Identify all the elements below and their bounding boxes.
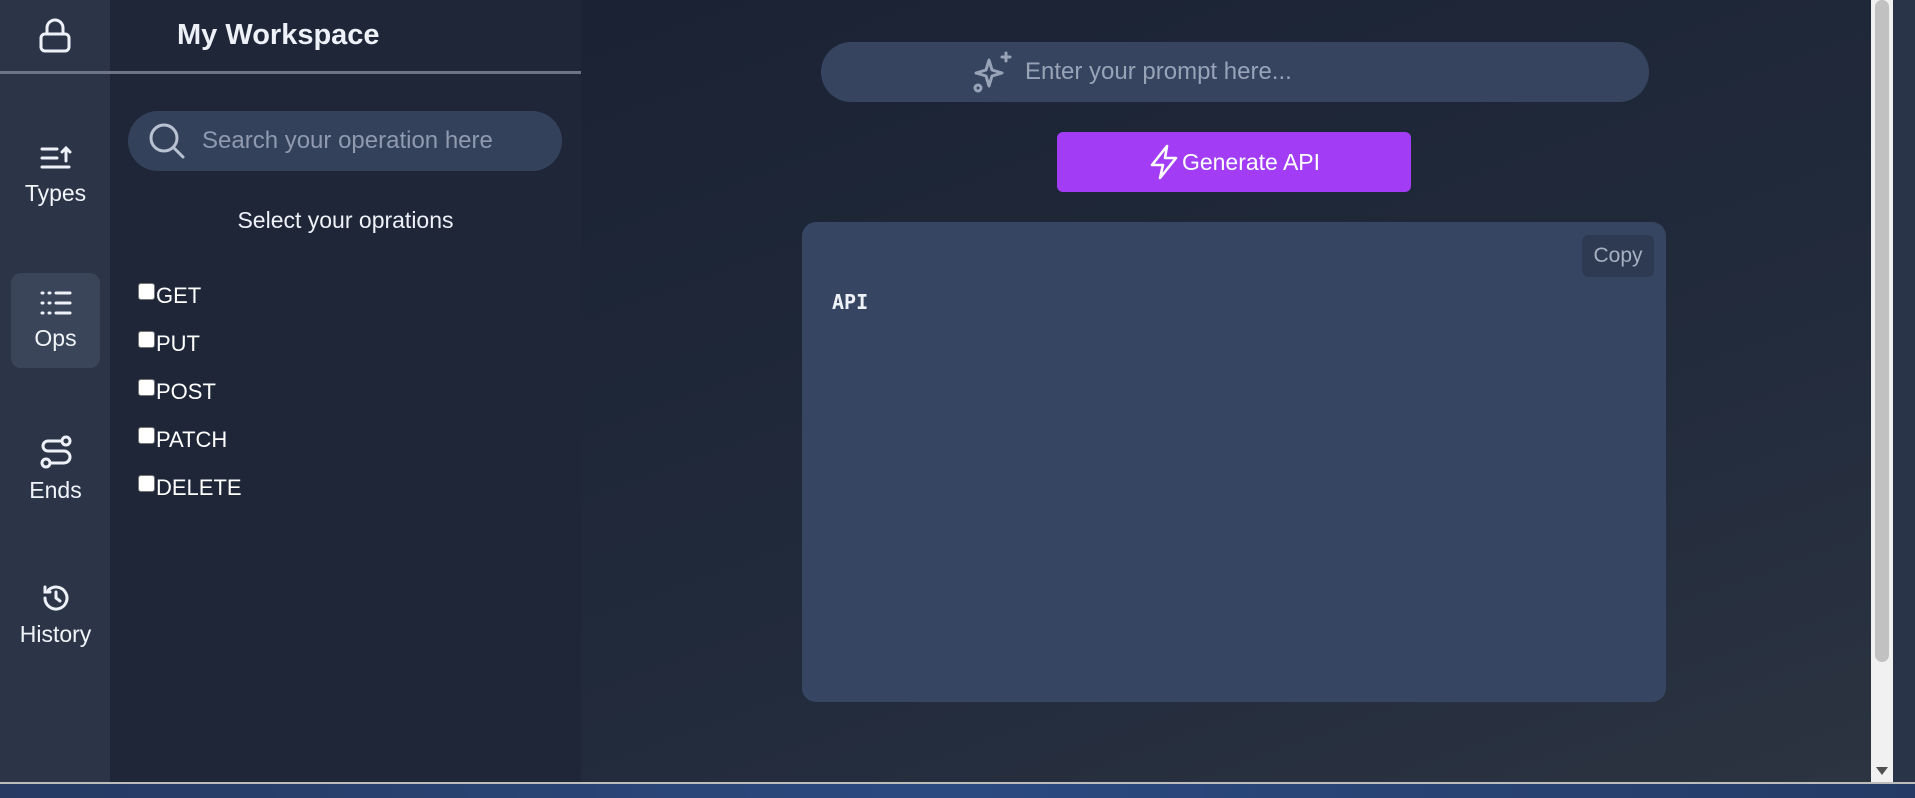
- scroll-down-arrow[interactable]: [1871, 760, 1893, 782]
- main-area: Generate API Copy API: [581, 0, 1893, 782]
- prompt-input[interactable]: [1025, 58, 1625, 86]
- rail-item-label: History: [19, 621, 92, 647]
- vertical-scrollbar[interactable]: [1871, 0, 1893, 782]
- route-icon: [40, 435, 71, 469]
- post-checkbox[interactable]: [138, 378, 155, 396]
- operation-label: GET: [156, 283, 202, 308]
- operation-label: POST: [156, 379, 216, 404]
- triangle-down-icon: [1876, 767, 1888, 775]
- history-icon: [42, 585, 68, 611]
- lock-button[interactable]: [0, 0, 110, 74]
- generate-api-label: Generate API: [1181, 148, 1321, 175]
- operation-patch[interactable]: PATCH: [138, 416, 242, 464]
- search-icon: [149, 123, 185, 159]
- workspace-title: My Workspace: [110, 0, 581, 74]
- operation-delete[interactable]: DELETE: [138, 464, 242, 512]
- operations-list: GET PUT POST PATCH DELETE: [138, 272, 242, 512]
- api-output-panel: Copy API: [802, 222, 1666, 702]
- select-operations-heading: Select your oprations: [237, 207, 454, 233]
- operation-search[interactable]: [128, 111, 562, 171]
- rail-item-label: Ends: [29, 477, 82, 503]
- icon-rail: Types Ops Ends History: [0, 0, 110, 782]
- rail-item-label: Ops: [34, 325, 77, 351]
- patch-checkbox[interactable]: [138, 426, 155, 444]
- rail-item-ends[interactable]: Ends: [11, 422, 100, 517]
- operation-get[interactable]: GET: [138, 272, 242, 320]
- copy-button[interactable]: Copy: [1582, 235, 1654, 277]
- app-window: Types Ops Ends History My Workspace Sear…: [0, 0, 1893, 782]
- rail-item-history[interactable]: History: [11, 568, 100, 663]
- operation-label: PUT: [156, 331, 200, 356]
- lightning-icon: [1150, 144, 1178, 180]
- rail-item-label: Types: [24, 180, 87, 206]
- operation-post[interactable]: POST: [138, 368, 242, 416]
- get-checkbox[interactable]: [138, 282, 155, 300]
- delete-checkbox[interactable]: [138, 474, 155, 492]
- api-output-text: API: [832, 290, 869, 314]
- operation-label: DELETE: [156, 475, 242, 500]
- operation-put[interactable]: PUT: [138, 320, 242, 368]
- sparkles-icon: [973, 51, 1012, 93]
- rail-item-types[interactable]: Types: [11, 128, 100, 223]
- operation-label: PATCH: [156, 427, 228, 452]
- generate-api-button[interactable]: Generate API: [1057, 132, 1411, 192]
- scrollbar-thumb[interactable]: [1875, 0, 1889, 662]
- operations-sidebar: My Workspace Select your oprations GET P…: [110, 0, 581, 782]
- list-bullets-icon: [40, 291, 71, 315]
- taskbar-edge: [0, 782, 1915, 798]
- list-sort-icon: [40, 145, 71, 169]
- prompt-bar[interactable]: [821, 42, 1649, 102]
- lock-icon: [39, 18, 71, 52]
- put-checkbox[interactable]: [138, 330, 155, 348]
- rail-item-ops[interactable]: Ops: [11, 273, 100, 368]
- search-input[interactable]: [202, 127, 542, 155]
